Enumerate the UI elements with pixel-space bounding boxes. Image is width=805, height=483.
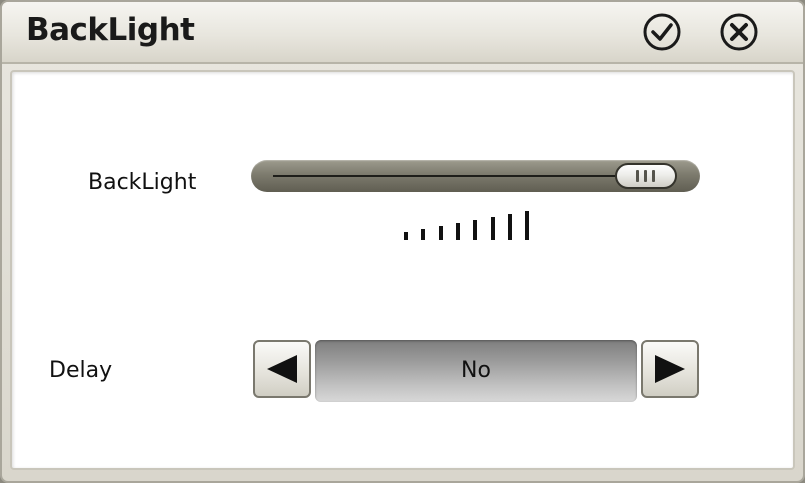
level-bar (507, 214, 512, 240)
level-bar (490, 217, 495, 240)
close-button[interactable] (719, 12, 759, 52)
backlight-slider[interactable] (251, 160, 700, 192)
level-bar (404, 232, 408, 240)
slider-thumb[interactable] (615, 163, 677, 189)
window-title: BackLight (26, 12, 195, 48)
thumb-grip (636, 170, 639, 182)
level-bar (525, 211, 530, 240)
level-bar (421, 229, 426, 240)
settings-panel: BackLight Delay No (10, 70, 795, 470)
close-circle-icon (720, 13, 758, 51)
thumb-grip (644, 170, 647, 182)
thumb-grip (652, 170, 655, 182)
delay-value-box[interactable]: No (315, 340, 637, 402)
ok-button[interactable] (642, 12, 682, 52)
level-bar (438, 226, 443, 240)
delay-next-button[interactable] (641, 340, 699, 398)
check-circle-icon (643, 13, 681, 51)
slider-line (273, 175, 628, 177)
triangle-left-icon (267, 355, 297, 383)
delay-value: No (461, 358, 491, 383)
delay-label: Delay (49, 358, 113, 383)
title-bar: BackLight (2, 2, 803, 64)
brightness-level-indicator (404, 208, 534, 240)
delay-prev-button[interactable] (253, 340, 311, 398)
backlight-dialog: BackLight BackLight Delay No (0, 0, 805, 483)
level-bar (455, 223, 460, 240)
backlight-label: BackLight (88, 170, 197, 195)
triangle-right-icon (655, 355, 685, 383)
level-bar (473, 220, 478, 240)
